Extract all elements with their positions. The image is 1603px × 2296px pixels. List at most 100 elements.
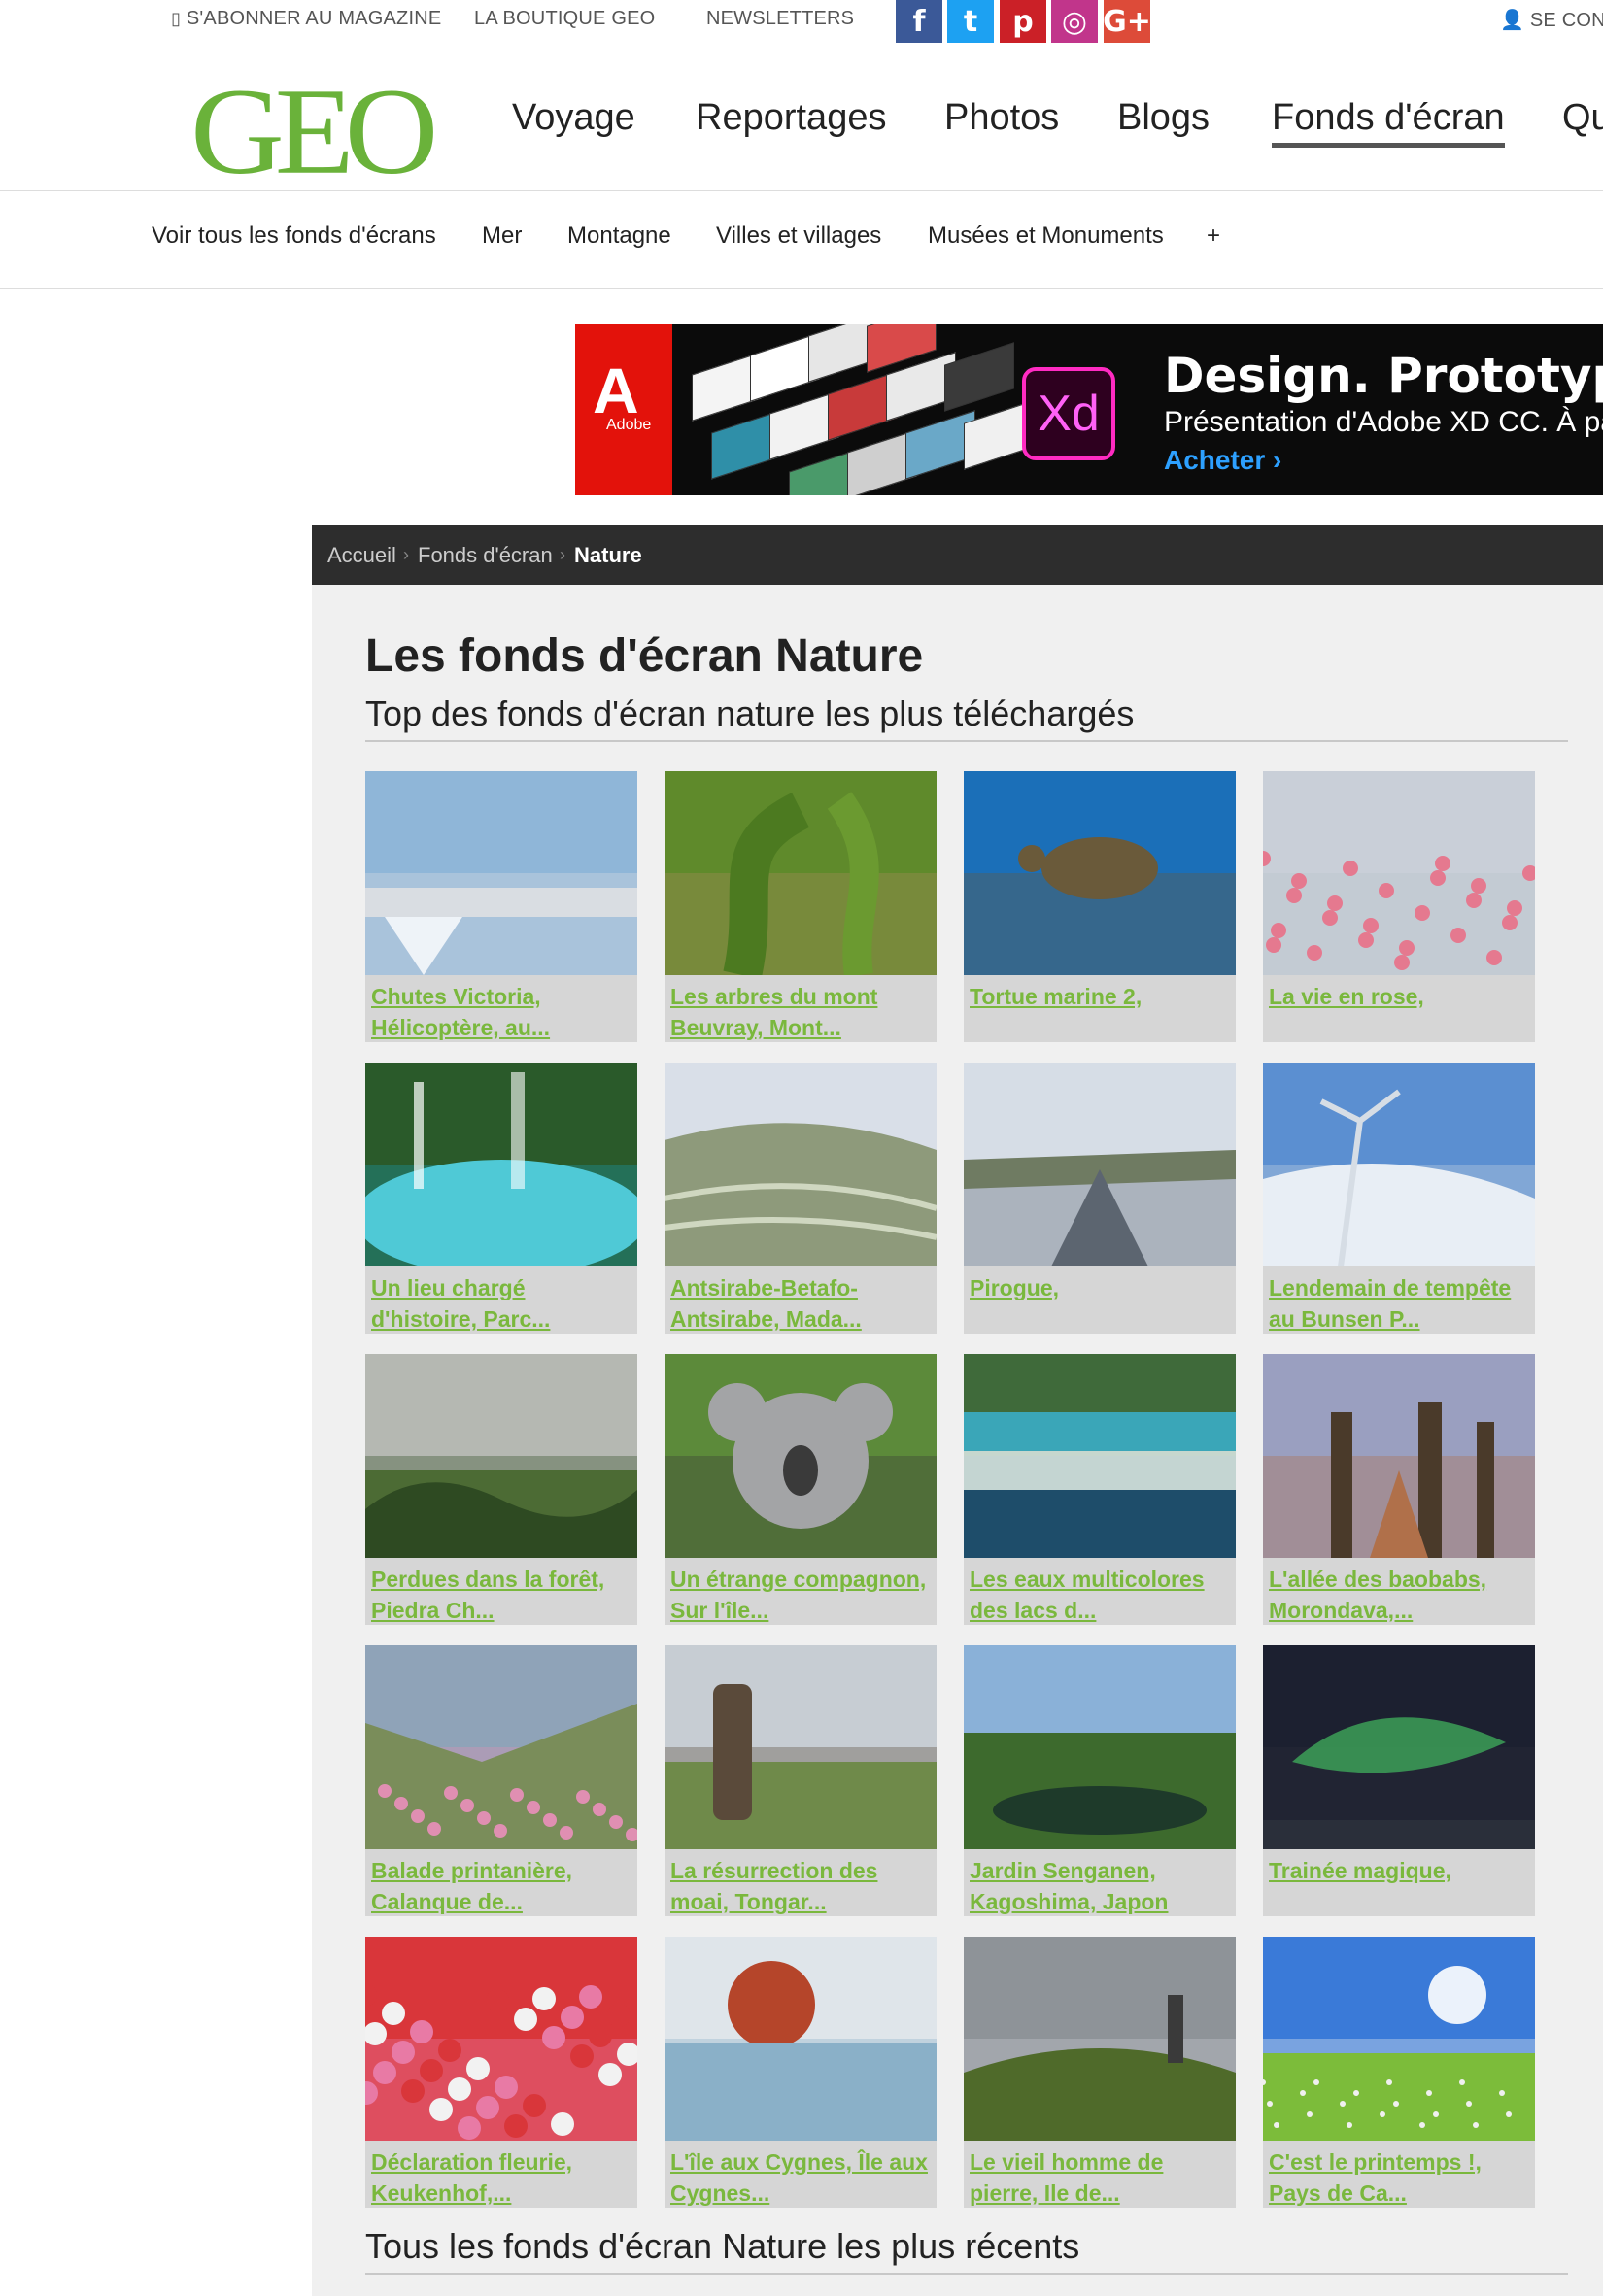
subnav-mer[interactable]: Mer	[482, 222, 522, 250]
wallpaper-card[interactable]: Balade printanière, Calanque de...	[365, 1645, 637, 1916]
nav-more[interactable]: Qu	[1562, 97, 1603, 139]
wallpaper-thumbnail[interactable]	[1263, 771, 1535, 975]
wallpaper-title-link[interactable]: Les arbres du mont Beuvray, Mont...	[670, 981, 931, 1043]
wallpaper-title-link[interactable]: La résurrection des moai, Tongar...	[670, 1855, 931, 1917]
subscribe-link[interactable]: ▯ S'ABONNER AU MAGAZINE	[171, 8, 441, 30]
breadcrumb-accueil[interactable]: Accueil	[327, 543, 396, 568]
nav-photos[interactable]: Photos	[944, 97, 1059, 139]
nav-voyage[interactable]: Voyage	[512, 97, 635, 139]
wallpaper-title-link[interactable]: Pirogue,	[970, 1272, 1230, 1303]
wallpaper-thumbnail[interactable]	[964, 771, 1236, 975]
adobe-logo: A Adobe	[575, 324, 672, 495]
ad-buy-link[interactable]: Acheter ›	[1164, 445, 1281, 476]
adobe-xd-ad-banner[interactable]: A Adobe Xd Design. Prototype. Ex Présent…	[575, 324, 1603, 495]
subnav-villes-villages[interactable]: Villes et villages	[716, 222, 881, 250]
wallpaper-thumbnail[interactable]	[365, 1645, 637, 1849]
wallpaper-thumbnail[interactable]	[964, 1645, 1236, 1849]
adobe-brand-label: Adobe	[606, 417, 652, 433]
wallpaper-thumbnail[interactable]	[365, 1063, 637, 1266]
wallpaper-card[interactable]: La résurrection des moai, Tongar...	[665, 1645, 937, 1916]
wallpaper-card[interactable]: Antsirabe-Betafo-Antsirabe, Mada...	[665, 1063, 937, 1334]
section-title-recent: Tous les fonds d'écran Nature les plus r…	[365, 2226, 1080, 2266]
subnav-more-button[interactable]: +	[1207, 222, 1220, 250]
wallpaper-thumbnail[interactable]	[1263, 1063, 1535, 1266]
wallpaper-thumbnail[interactable]	[365, 1354, 637, 1558]
wallpaper-card[interactable]: Les arbres du mont Beuvray, Mont...	[665, 771, 937, 1042]
wallpaper-thumbnail[interactable]	[964, 1354, 1236, 1558]
wallpaper-title-link[interactable]: La vie en rose,	[1269, 981, 1529, 1012]
wallpaper-card[interactable]: Chutes Victoria, Hélicoptère, au...	[365, 771, 637, 1042]
wallpaper-thumbnail[interactable]	[665, 1645, 937, 1849]
wallpaper-title-link[interactable]: Antsirabe-Betafo-Antsirabe, Mada...	[670, 1272, 931, 1334]
wallpaper-card[interactable]: Trainée magique,	[1263, 1645, 1535, 1916]
instagram-icon[interactable]: ◎	[1051, 0, 1098, 43]
subnav-all-wallpapers[interactable]: Voir tous les fonds d'écrans	[152, 222, 436, 250]
wallpaper-title-link[interactable]: L'allée des baobabs, Morondava,...	[1269, 1564, 1529, 1626]
wallpaper-thumbnail[interactable]	[1263, 1937, 1535, 2141]
wallpaper-title-link[interactable]: C'est le printemps !, Pays de Ca...	[1269, 2146, 1529, 2209]
site-header: GEO Voyage Reportages Photos Blogs Fonds…	[0, 41, 1603, 193]
wallpaper-thumbnail[interactable]	[665, 771, 937, 975]
chevron-right-icon: ›	[560, 545, 565, 564]
wallpaper-card[interactable]: La vie en rose,	[1263, 771, 1535, 1042]
wallpaper-card[interactable]: Un lieu chargé d'histoire, Parc...	[365, 1063, 637, 1334]
wallpaper-title-link[interactable]: Balade printanière, Calanque de...	[371, 1855, 631, 1917]
wallpaper-card[interactable]: L'île aux Cygnes, Île aux Cygnes...	[665, 1937, 937, 2208]
nav-blogs[interactable]: Blogs	[1117, 97, 1210, 139]
wallpaper-title-link[interactable]: Déclaration fleurie, Keukenhof,...	[371, 2146, 631, 2209]
wallpaper-card[interactable]: Un étrange compagnon, Sur l'île...	[665, 1354, 937, 1625]
wallpaper-card[interactable]: Tortue marine 2,	[964, 771, 1236, 1042]
googleplus-icon[interactable]: G+	[1103, 0, 1151, 43]
wallpaper-thumbnail[interactable]	[665, 1354, 937, 1558]
wallpaper-card[interactable]: L'allée des baobabs, Morondava,...	[1263, 1354, 1535, 1625]
wallpaper-thumbnail[interactable]	[365, 1937, 637, 2141]
newsletters-link[interactable]: NEWSLETTERS	[706, 8, 854, 30]
wallpaper-card[interactable]: Perdues dans la forêt, Piedra Ch...	[365, 1354, 637, 1625]
ad-headline: Design. Prototype. Ex	[1164, 348, 1603, 404]
wallpaper-title-link[interactable]: L'île aux Cygnes, Île aux Cygnes...	[670, 2146, 931, 2209]
subnav-montagne[interactable]: Montagne	[567, 222, 671, 250]
wallpaper-card[interactable]: Déclaration fleurie, Keukenhof,...	[365, 1937, 637, 2208]
ad-design-tiles-image	[672, 324, 1034, 495]
wallpaper-thumbnail[interactable]	[665, 1937, 937, 2141]
wallpaper-card[interactable]: Le vieil homme de pierre, Ile de...	[964, 1937, 1236, 2208]
wallpaper-thumbnail[interactable]	[1263, 1645, 1535, 1849]
login-label: SE CON	[1529, 10, 1603, 31]
wallpaper-thumbnail[interactable]	[964, 1063, 1236, 1266]
wallpaper-card[interactable]: C'est le printemps !, Pays de Ca...	[1263, 1937, 1535, 2208]
wallpaper-thumbnail[interactable]	[365, 771, 637, 975]
subscribe-label: S'ABONNER AU MAGAZINE	[186, 8, 442, 29]
twitter-icon[interactable]: t	[947, 0, 994, 43]
chevron-right-icon: ›	[403, 545, 409, 564]
wallpaper-card[interactable]: Lendemain de tempête au Bunsen P...	[1263, 1063, 1535, 1334]
wallpaper-thumbnail[interactable]	[964, 1937, 1236, 2141]
top-utility-bar: ▯ S'ABONNER AU MAGAZINE LA BOUTIQUE GEO …	[0, 0, 1603, 43]
wallpaper-title-link[interactable]: Un étrange compagnon, Sur l'île...	[670, 1564, 931, 1626]
pinterest-icon[interactable]: p	[1000, 0, 1046, 43]
wallpaper-thumbnail[interactable]	[1263, 1354, 1535, 1558]
nav-reportages[interactable]: Reportages	[696, 97, 886, 139]
wallpaper-card[interactable]: Jardin Senganen, Kagoshima, Japon	[964, 1645, 1236, 1916]
page-title: Les fonds d'écran Nature	[365, 630, 924, 682]
wallpaper-title-link[interactable]: Les eaux multicolores des lacs d...	[970, 1564, 1230, 1626]
wallpaper-title-link[interactable]: Tortue marine 2,	[970, 981, 1230, 1012]
wallpaper-title-link[interactable]: Le vieil homme de pierre, Ile de...	[970, 2146, 1230, 2209]
wallpaper-thumbnail[interactable]	[665, 1063, 937, 1266]
wallpaper-title-link[interactable]: Perdues dans la forêt, Piedra Ch...	[371, 1564, 631, 1626]
wallpaper-title-link[interactable]: Un lieu chargé d'histoire, Parc...	[371, 1272, 631, 1334]
login-link[interactable]: 👤 SE CON	[1500, 8, 1603, 32]
breadcrumb-fonds-ecran[interactable]: Fonds d'écran	[418, 543, 553, 568]
shop-link[interactable]: LA BOUTIQUE GEO	[474, 8, 655, 30]
nav-fonds-ecran[interactable]: Fonds d'écran	[1272, 97, 1505, 148]
wallpaper-title-link[interactable]: Trainée magique,	[1269, 1855, 1529, 1886]
wallpaper-title-link[interactable]: Jardin Senganen, Kagoshima, Japon	[970, 1855, 1230, 1917]
wallpaper-card[interactable]: Pirogue,	[964, 1063, 1236, 1334]
breadcrumb: Accueil › Fonds d'écran › Nature	[312, 525, 1603, 585]
facebook-icon[interactable]: f	[896, 0, 942, 43]
geo-logo[interactable]: GEO	[190, 69, 438, 192]
wallpaper-title-link[interactable]: Chutes Victoria, Hélicoptère, au...	[371, 981, 631, 1043]
subnav-musees-monuments[interactable]: Musées et Monuments	[928, 222, 1164, 250]
wallpaper-title-link[interactable]: Lendemain de tempête au Bunsen P...	[1269, 1272, 1529, 1334]
wallpaper-card[interactable]: Les eaux multicolores des lacs d...	[964, 1354, 1236, 1625]
sub-navigation: Voir tous les fonds d'écrans Mer Montagn…	[0, 191, 1603, 289]
